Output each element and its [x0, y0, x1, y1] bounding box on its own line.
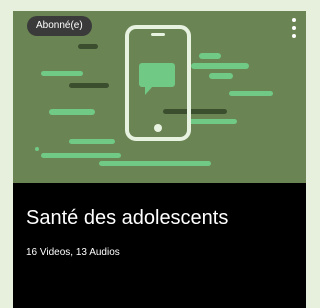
- more-vertical-icon[interactable]: [288, 16, 300, 40]
- smartphone-chat-illustration: [35, 25, 273, 166]
- program-card[interactable]: Abonné(e) Santé des adolescents 16 Video…: [13, 11, 306, 308]
- card-thumbnail: Abonné(e): [13, 11, 306, 183]
- card-meta: 16 Videos, 13 Audios: [26, 247, 120, 258]
- card-title: Santé des adolescents: [26, 207, 229, 229]
- subscribed-badge: Abonné(e): [27, 16, 92, 36]
